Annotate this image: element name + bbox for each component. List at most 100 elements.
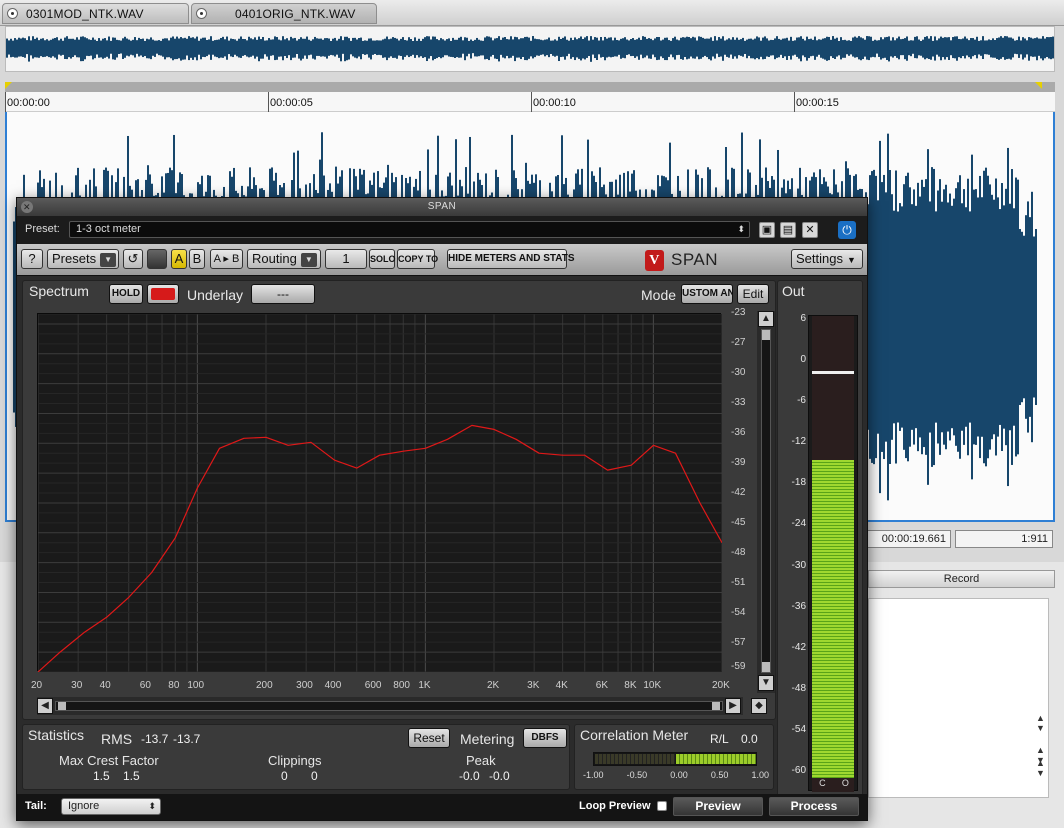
y-tick-label: -59 <box>731 661 746 672</box>
preset-select[interactable]: 1-3 oct meter ⬍ <box>69 221 750 238</box>
scroll-thumb[interactable] <box>58 702 66 710</box>
process-button[interactable]: Process <box>769 797 859 816</box>
end-marker-icon[interactable] <box>1035 82 1042 89</box>
help-button[interactable]: ? <box>21 249 43 269</box>
preview-button[interactable]: Preview <box>673 797 763 816</box>
routing-button[interactable]: Routing ▼ <box>247 249 321 269</box>
peak-left-value: -0.0 <box>459 769 480 783</box>
vertical-scroll-track[interactable] <box>761 329 771 673</box>
time-display[interactable]: 00:00:19.661 <box>867 530 951 548</box>
record-column-header[interactable]: Record <box>868 570 1055 588</box>
mode-label: Mode <box>641 287 677 303</box>
correlation-scale-label: -0.50 <box>626 770 648 780</box>
time-ruler[interactable]: 00:00:00 00:00:05 00:00:10 00:00:15 <box>5 92 1055 112</box>
scroll-thumb[interactable] <box>762 662 770 672</box>
y-tick-label: -51 <box>731 577 746 588</box>
power-icon[interactable]: ⏻ <box>838 221 856 239</box>
out-scale-label: -36 <box>791 600 806 612</box>
x-tick-label: 40 <box>99 680 111 691</box>
edit-button[interactable]: Edit <box>737 284 769 304</box>
correlation-label: Correlation Meter <box>580 727 689 743</box>
hold-color-button[interactable] <box>147 284 179 304</box>
correlation-scale: -1.00 -0.50 0.00 0.50 1.00 <box>583 770 769 780</box>
a-button[interactable]: A <box>171 249 187 269</box>
save-as-icon[interactable]: ▤ <box>780 222 796 238</box>
file-tab-0301mod[interactable]: 0301MOD_NTK.WAV <box>2 3 189 24</box>
loop-preview-checkbox[interactable] <box>657 801 667 811</box>
clippings-left-value: 0 <box>281 769 288 783</box>
out-scale-label: -18 <box>791 477 806 489</box>
presets-button[interactable]: Presets ▼ <box>47 249 119 269</box>
rms-left-value: -13.7 <box>141 732 169 746</box>
file-tab-bar: 0301MOD_NTK.WAV 0401ORIG_NTK.WAV <box>0 0 1064 26</box>
file-tab-label: 0301MOD_NTK.WAV <box>26 6 144 21</box>
solo-button[interactable]: SOLO <box>369 249 396 269</box>
mode-select[interactable]: USTOM ANA <box>681 284 733 304</box>
reset-button[interactable]: Reset <box>408 728 450 748</box>
scroll-left-icon[interactable]: ◀ <box>37 698 53 714</box>
plugin-title-bar[interactable]: ✕ SPAN <box>17 198 867 216</box>
scroll-right-icon[interactable]: ▶ <box>725 698 741 714</box>
updown-arrow-icon[interactable]: ▲ ▼ <box>1036 713 1045 733</box>
x-tick-label: 20 <box>31 680 43 691</box>
horizontal-scrollbar[interactable]: ◀ ▶ <box>37 697 743 715</box>
a-to-b-button[interactable]: A ▸ B <box>210 249 243 269</box>
horizontal-scroll-track[interactable] <box>55 701 723 711</box>
b-button[interactable]: B <box>189 249 205 269</box>
tab-radio-icon <box>196 8 207 19</box>
hide-meters-button[interactable]: HIDE METERS AND STATS <box>447 249 574 269</box>
delete-preset-icon[interactable]: ✕ <box>802 222 818 238</box>
tail-label: Tail: <box>25 800 47 812</box>
ruler-tick: 00:00:10 <box>531 92 576 112</box>
spectrum-plot[interactable] <box>37 313 722 672</box>
statistics-panel: Statistics RMS -13.7 -13.7 Reset Meterin… <box>22 724 570 790</box>
y-tick-label: -48 <box>731 547 746 558</box>
redo-icon[interactable] <box>147 249 167 269</box>
selection-marker-bar[interactable] <box>5 82 1055 92</box>
y-tick-label: -42 <box>731 487 746 498</box>
metering-select[interactable]: DBFS <box>523 728 567 748</box>
overview-waveform[interactable] <box>5 26 1055 72</box>
vertical-scrollbar[interactable]: ▲ ▼ <box>757 311 775 693</box>
record-list[interactable] <box>868 598 1049 798</box>
out-scale-label: 6 <box>800 313 806 324</box>
undo-icon[interactable]: ↺ <box>123 249 143 269</box>
span-logo: V SPAN <box>645 248 718 272</box>
meter-level-fill <box>812 460 854 778</box>
rl-label: R/L <box>710 732 729 746</box>
correlation-scale-label: 0.50 <box>710 770 729 780</box>
ruler-tick: 00:00:05 <box>268 92 313 112</box>
correlation-scale-label: -1.00 <box>583 770 604 780</box>
file-tab-0401orig[interactable]: 0401ORIG_NTK.WAV <box>191 3 377 24</box>
save-icon[interactable]: ▣ <box>759 222 775 238</box>
peak-label: Peak <box>466 753 496 768</box>
scroll-down-icon[interactable]: ▼ <box>758 675 774 691</box>
hold-button[interactable]: HOLD <box>109 284 143 304</box>
close-icon[interactable]: ✕ <box>21 201 33 213</box>
y-tick-label: -57 <box>731 637 746 648</box>
scroll-thumb[interactable] <box>762 330 770 340</box>
x-tick-label: 3K <box>527 680 540 691</box>
tail-select[interactable]: Ignore ⬍ <box>61 798 161 815</box>
updown-arrow-icon: ⬍ <box>737 224 745 234</box>
start-marker-icon[interactable] <box>5 82 12 89</box>
tail-value: Ignore <box>68 800 100 812</box>
settings-button[interactable]: Settings ▼ <box>791 249 863 269</box>
reset-zoom-icon[interactable]: ◆ <box>751 698 767 714</box>
channel-select[interactable]: 1 <box>325 249 367 269</box>
y-tick-label: -36 <box>731 427 746 438</box>
updown-arrow-icon[interactable]: ▲ ▼ <box>1036 758 1045 778</box>
zoom-display[interactable]: 1:911 <box>955 530 1053 548</box>
clippings-right-value: 0 <box>311 769 318 783</box>
out-scale-label: -24 <box>791 518 806 530</box>
correlation-panel: Correlation Meter R/L 0.0 -1.00 -0.50 0.… <box>574 724 774 790</box>
scroll-up-icon[interactable]: ▲ <box>758 311 774 327</box>
underlay-select[interactable]: --- <box>251 284 315 304</box>
out-scale-label: -60 <box>791 765 806 776</box>
copy-to-button[interactable]: COPY TO <box>397 249 438 269</box>
scroll-thumb[interactable] <box>712 702 720 710</box>
crest-right-value: 1.5 <box>123 769 140 783</box>
channel-label: O <box>841 778 849 788</box>
ruler-tick: 00:00:00 <box>5 92 50 112</box>
loop-preview-label: Loop Preview <box>579 800 651 812</box>
